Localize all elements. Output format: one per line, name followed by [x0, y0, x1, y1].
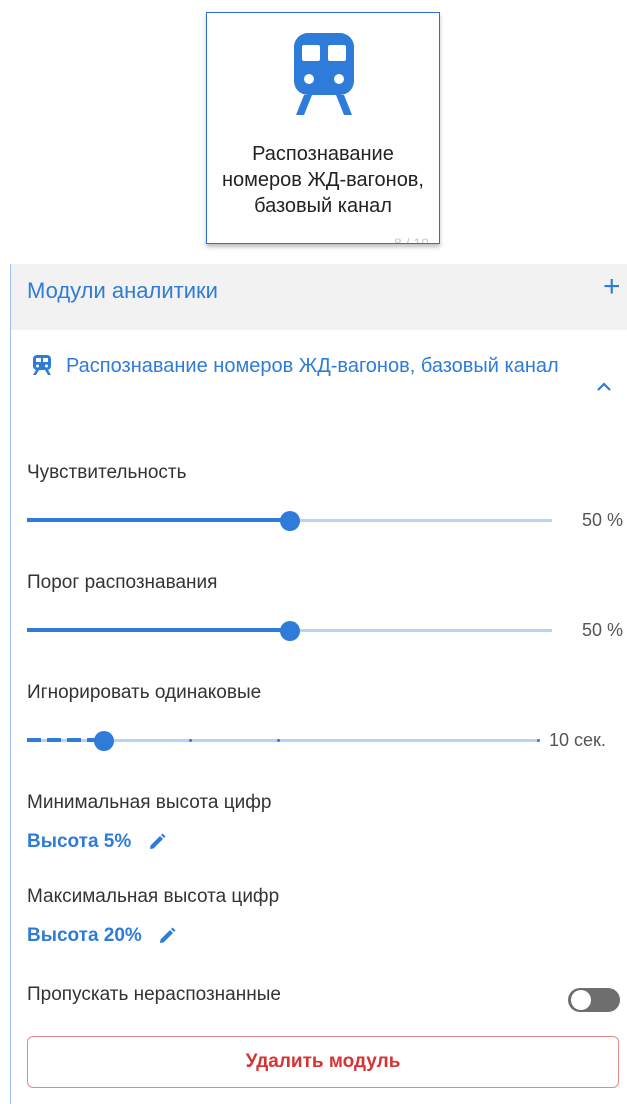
module-title: Распознавание номеров ЖД-вагонов, базовы… [66, 355, 559, 377]
panel-header: Модули аналитики + [11, 264, 627, 330]
tile-counter: 8 / 10 [393, 235, 429, 244]
module-tile[interactable]: Распознавание номеров ЖД-вагонов, базовы… [206, 12, 440, 244]
add-module-button[interactable]: + [603, 272, 621, 302]
slider-thumb[interactable] [279, 511, 300, 531]
sensitivity-label: Чувствительность [27, 462, 187, 483]
plus-icon: + [603, 270, 621, 303]
ignore-same-label: Игнорировать одинаковые [27, 682, 262, 703]
threshold-value: 50 % [581, 620, 623, 640]
slider-thumb[interactable] [279, 621, 300, 641]
slider-tick [537, 739, 540, 742]
skip-unrecognized-toggle[interactable] [568, 988, 620, 1012]
train-icon [294, 33, 354, 115]
slider-tick [277, 739, 280, 742]
delete-module-button[interactable]: Удалить модуль [27, 1036, 619, 1088]
chevron-up-icon[interactable] [596, 380, 612, 392]
ignore-same-slider[interactable] [27, 730, 540, 751]
threshold-slider[interactable] [27, 620, 552, 641]
ignore-same-value: 10 сек. [549, 730, 606, 750]
panel-title: Модули аналитики [27, 278, 218, 303]
max-height-label: Максимальная высота цифр [27, 886, 280, 907]
threshold-label: Порог распознавания [27, 572, 218, 593]
slider-fill [27, 628, 290, 632]
sensitivity-slider[interactable] [27, 510, 552, 531]
toggle-knob [571, 990, 591, 1010]
pencil-icon[interactable] [157, 926, 177, 946]
min-height-edit[interactable]: Высота 5% [27, 831, 167, 853]
slider-fill [27, 518, 290, 522]
min-height-label: Минимальная высота цифр [27, 792, 272, 813]
max-height-edit[interactable]: Высота 20% [27, 925, 177, 947]
pencil-icon[interactable] [147, 832, 167, 852]
tile-label: Распознавание номеров ЖД-вагонов, базовы… [222, 143, 424, 217]
skip-unrecognized-label: Пропускать нераспознанные [27, 984, 281, 1005]
min-height-value: Высота 5% [27, 831, 132, 852]
train-icon [33, 355, 51, 375]
module-header[interactable]: Распознавание номеров ЖД-вагонов, базовы… [11, 344, 627, 424]
sensitivity-value: 50 % [581, 510, 623, 530]
analytics-panel: Модули аналитики + Распознавание номеров… [10, 264, 627, 1104]
slider-fill [27, 738, 97, 742]
max-height-value: Высота 20% [27, 925, 142, 946]
slider-thumb[interactable] [93, 731, 114, 751]
slider-tick [189, 739, 192, 742]
